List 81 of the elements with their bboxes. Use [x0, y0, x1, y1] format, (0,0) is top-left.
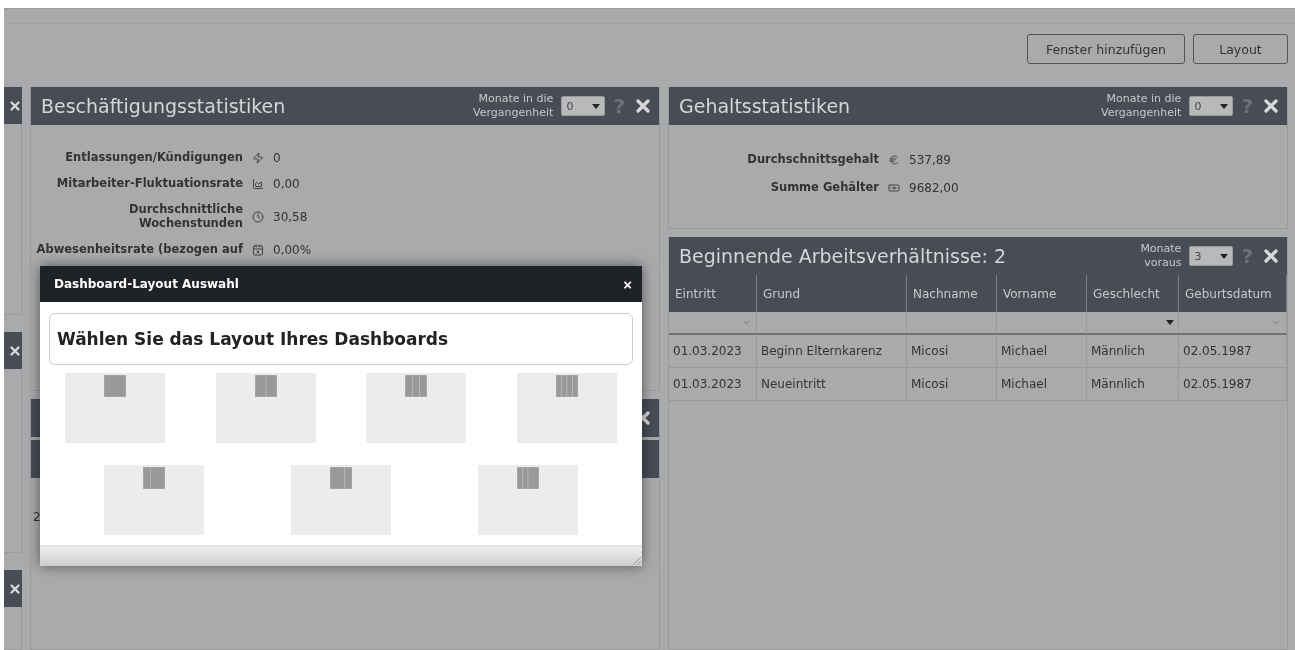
column-filter[interactable] — [907, 312, 997, 335]
close-icon[interactable] — [633, 96, 653, 116]
layout-columns-icon — [517, 467, 540, 489]
stat-value: 0 — [273, 151, 282, 165]
stat-label: Entlassungen/Kündigungen — [64, 151, 243, 165]
area-chart-icon — [252, 178, 264, 190]
table-cell: Neueintritt — [757, 368, 907, 401]
filter-label: Monate in die Vergangenheit — [472, 92, 554, 120]
stat-value: 537,89 — [909, 153, 952, 167]
stat-label: Abwesenheitsrate (bezogen auf — [35, 242, 243, 257]
dialog-heading: Wählen Sie das Layout Ihres Dashboards — [49, 313, 633, 365]
layout-option[interactable] — [65, 373, 166, 443]
panel-title: Beginnende Arbeitsverhältnisse: 2 — [679, 245, 1008, 267]
layout-option[interactable] — [478, 465, 579, 535]
calendar-icon — [252, 243, 264, 256]
stat-label: Summe Gehälter — [769, 181, 879, 195]
caret-icon[interactable] — [1166, 320, 1174, 325]
close-icon[interactable] — [8, 98, 22, 113]
layout-columns-icon — [405, 375, 428, 397]
layout-option[interactable] — [516, 373, 617, 443]
caret-icon — [1220, 103, 1229, 109]
months-select[interactable]: 0 — [561, 96, 606, 116]
table-cell: Michael — [997, 335, 1087, 368]
table-cell: 02.05.1987 — [1179, 368, 1287, 401]
layout-columns-icon — [142, 467, 165, 489]
stat-label: Mitarbeiter-Fluktuationsrate — [55, 177, 243, 191]
layout-columns-icon — [330, 467, 352, 489]
filter-label: Monate in die Vergangenheit — [1100, 92, 1182, 120]
months-select[interactable]: 3 — [1189, 246, 1234, 266]
filter-label: Monate voraus — [1139, 242, 1182, 270]
stat-value: 30,58 — [273, 209, 309, 224]
layout-option[interactable] — [291, 465, 391, 535]
table-cell-text: 2 — [32, 509, 42, 526]
layout-option[interactable] — [103, 465, 204, 535]
table-cell: Männlich — [1087, 368, 1179, 401]
column-filter[interactable] — [997, 312, 1087, 335]
column-filter[interactable] — [757, 312, 907, 335]
banknote-icon — [888, 182, 900, 194]
column-header[interactable]: Vorname — [997, 275, 1087, 312]
caret-icon — [1220, 253, 1229, 259]
column-filter[interactable] — [669, 312, 757, 335]
table-cell: Micosi — [907, 335, 997, 368]
close-icon[interactable] — [1261, 246, 1281, 266]
layout-columns-icon — [104, 375, 127, 397]
layout-option[interactable] — [366, 373, 467, 443]
toolbar-button[interactable]: Layout — [1193, 34, 1288, 64]
column-header[interactable]: Geburtsdatum — [1179, 275, 1287, 312]
table-cell: Beginn Elternkarenz — [757, 335, 907, 368]
euro-icon — [888, 154, 900, 166]
stat-value: 9682,00 — [909, 181, 960, 195]
layout-option[interactable] — [215, 373, 316, 443]
caret-icon — [592, 103, 601, 109]
stat-value: 0,00% — [273, 242, 313, 257]
close-icon[interactable] — [1261, 96, 1281, 116]
lightning-icon — [252, 152, 264, 164]
column-header[interactable]: Nachname — [907, 275, 997, 312]
layout-columns-icon — [254, 375, 277, 397]
dialog-title: Dashboard-Layout Auswahl — [54, 277, 239, 291]
resize-grip-icon[interactable] — [630, 554, 642, 566]
clock-icon — [252, 210, 264, 223]
column-header[interactable]: Geschlecht — [1087, 275, 1179, 312]
stat-value: 0,00 — [273, 177, 301, 191]
table-cell: 02.05.1987 — [1179, 335, 1287, 368]
stat-label: Durchschnittsgehalt — [746, 153, 879, 167]
stat-label: Durchschnittliche Wochenstunden — [127, 203, 243, 231]
months-select[interactable]: 0 — [1189, 96, 1234, 116]
table-cell: Männlich — [1087, 335, 1179, 368]
column-header[interactable]: Eintritt — [669, 275, 757, 312]
table-cell: 01.03.2023 — [669, 368, 757, 401]
table-cell: Michael — [997, 368, 1087, 401]
layout-columns-icon — [555, 375, 578, 397]
close-icon[interactable] — [8, 581, 22, 596]
panel-title: Gehaltsstatistiken — [679, 95, 852, 117]
table-cell: 01.03.2023 — [669, 335, 757, 368]
column-filter[interactable] — [1179, 312, 1287, 335]
close-button[interactable]: × — [623, 275, 632, 293]
column-header[interactable]: Grund — [757, 275, 907, 312]
panel-title: Beschäftigungsstatistiken — [41, 95, 287, 117]
table-cell: Micosi — [907, 368, 997, 401]
toolbar-button[interactable]: Fenster hinzufügen — [1027, 34, 1185, 64]
close-icon[interactable] — [8, 343, 22, 358]
